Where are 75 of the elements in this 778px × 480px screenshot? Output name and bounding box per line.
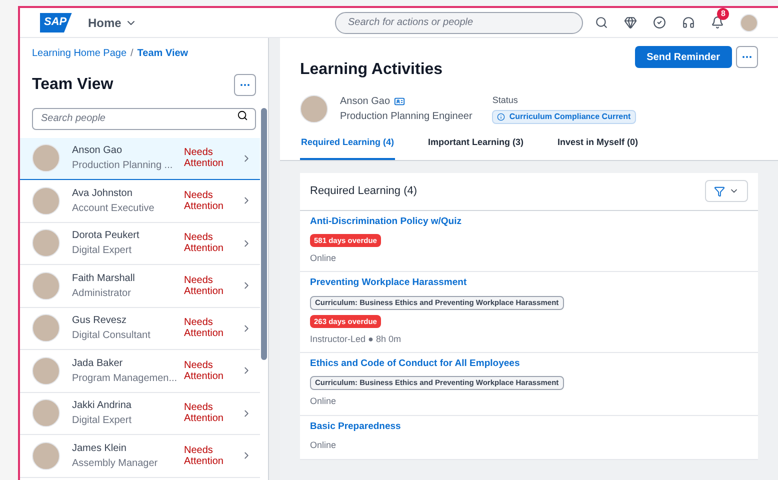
- card-title: Required Learning (4): [310, 184, 418, 199]
- person-name: James Klein: [72, 442, 128, 456]
- breadcrumb-link[interactable]: Learning Home Page: [32, 46, 127, 61]
- person-status: Needs Attention: [184, 232, 224, 254]
- search-icon[interactable]: [237, 110, 248, 121]
- filter-button[interactable]: [705, 180, 748, 202]
- tab[interactable]: Invest in Myself (0): [556, 136, 640, 160]
- search-people-field[interactable]: Search people: [32, 108, 256, 130]
- person-row[interactable]: Jakki Andrina Digital Expert Needs Attention: [20, 392, 260, 435]
- tab[interactable]: Important Learning (3): [427, 136, 525, 160]
- diamond-icon[interactable]: [624, 16, 637, 29]
- status-label: Status: [492, 94, 519, 107]
- person-role: Assembly Manager: [72, 456, 159, 471]
- person-name: Gus Revesz: [72, 314, 128, 328]
- search-field[interactable]: Search for actions or people: [335, 12, 583, 34]
- person-status: Needs Attention: [184, 317, 224, 340]
- delivery-method: Online: [310, 252, 336, 265]
- status-value: Curriculum Compliance Current: [509, 110, 631, 122]
- person-status: Needs Attention: [184, 147, 224, 170]
- course-link[interactable]: Basic Preparedness: [310, 420, 401, 434]
- person-role: Production Planning ...: [72, 159, 174, 174]
- person-role: Digital Expert: [72, 244, 132, 258]
- tab[interactable]: Required Learning (4): [300, 136, 396, 160]
- search-icon[interactable]: [595, 16, 608, 29]
- person-status: Needs Attention: [184, 444, 224, 467]
- person-role: Digital Expert: [72, 414, 132, 428]
- person-row[interactable]: Gus Revesz Digital Consultant Needs Attention: [20, 308, 260, 350]
- person-name: Ava Johnston: [72, 186, 134, 201]
- page-title: Learning Activities: [300, 60, 443, 80]
- avatar: [32, 442, 60, 470]
- bell-icon[interactable]: [711, 16, 724, 29]
- person-role: Administrator: [72, 286, 132, 301]
- avatar: [32, 186, 60, 215]
- avatar: [32, 314, 60, 342]
- person-status: Needs Attention: [184, 190, 224, 212]
- person-name: Jada Baker: [72, 356, 124, 371]
- delivery-method: Instructor-Led ● 8h 0m: [310, 332, 401, 346]
- info-icon: [497, 112, 506, 120]
- check-circle-icon[interactable]: [653, 16, 666, 29]
- course-link[interactable]: Preventing Workplace Harassment: [310, 276, 467, 290]
- person-role: Program Managemen...: [72, 372, 176, 386]
- person-name: Dorota Peukert: [72, 229, 140, 244]
- avatar: [300, 95, 328, 123]
- send-reminder-button[interactable]: Send Reminder: [634, 46, 732, 68]
- person-row[interactable]: Anson Gao Production Planning ... Needs Attention: [20, 138, 260, 180]
- filter-icon: [714, 186, 725, 196]
- avatar: [32, 399, 60, 428]
- person-role: Account Executive: [72, 202, 156, 216]
- avatar: [32, 356, 60, 385]
- home-menu[interactable]: Home: [88, 14, 138, 32]
- avatar: [32, 229, 60, 258]
- person-status: Needs Attention: [184, 402, 224, 424]
- person-role: Production Planning Engineer: [340, 110, 472, 124]
- avatar: [740, 14, 758, 32]
- person-role: Digital Consultant: [72, 329, 152, 344]
- logo: SAP: [40, 12, 72, 32]
- person-status: Needs Attention: [184, 360, 224, 382]
- delivery-method: Online: [310, 439, 336, 452]
- person-status: Needs Attention: [184, 274, 224, 297]
- breadcrumb-separator: /: [130, 47, 134, 61]
- person-row[interactable]: Dorota Peukert Digital Expert Needs Attention: [20, 222, 260, 265]
- person-name: Faith Marshall: [72, 272, 136, 286]
- panel-title: Team View: [32, 75, 114, 95]
- person-name: Jakki Andrina: [72, 399, 132, 414]
- person-name: Anson Gao: [72, 144, 124, 158]
- headset-icon[interactable]: [682, 16, 695, 29]
- breadcrumb-link[interactable]: Team View: [137, 46, 188, 61]
- person-name: Anson Gao: [340, 95, 390, 109]
- avatar: [32, 272, 60, 300]
- course-link[interactable]: Ethics and Code of Conduct for All Employees: [310, 357, 520, 372]
- notification-badge: 8: [717, 8, 730, 20]
- avatar: [32, 144, 60, 172]
- delivery-method: Online: [310, 395, 336, 408]
- id-card-icon[interactable]: [394, 96, 406, 107]
- course-link[interactable]: Anti-Discrimination Policy w/Quiz: [310, 214, 462, 229]
